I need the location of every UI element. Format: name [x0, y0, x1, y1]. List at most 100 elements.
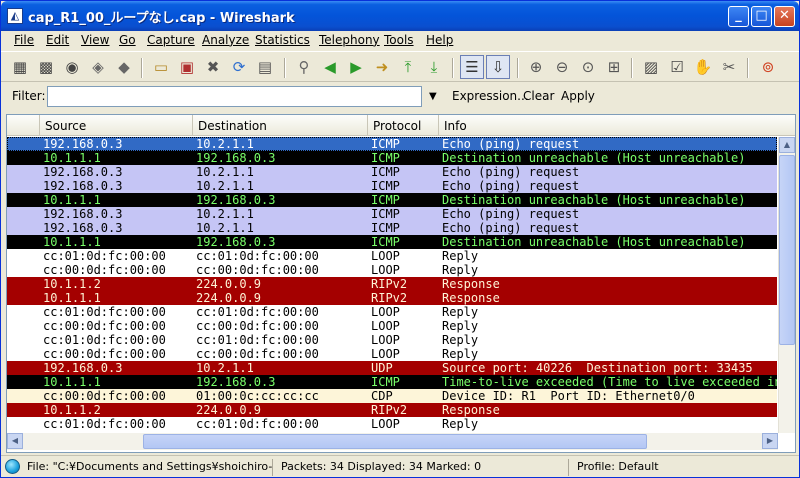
cell-source: cc:00:0d:fc:00:00 — [43, 347, 166, 361]
close-button[interactable]: ✕ — [774, 6, 795, 27]
cell-info: Reply — [442, 347, 479, 361]
go-first-icon[interactable]: ⤒ — [398, 57, 418, 77]
menu-view[interactable]: View — [81, 33, 109, 47]
go-last-icon[interactable]: ⤓ — [424, 57, 444, 77]
cell-destination: cc:00:0d:fc:00:00 — [196, 319, 319, 333]
column-header-info[interactable]: Info — [439, 115, 795, 136]
column-header-source[interactable]: Source — [40, 115, 193, 136]
toolbar-separator — [747, 58, 749, 78]
colorize-icon[interactable]: ☰ — [460, 55, 484, 79]
capture-options-icon[interactable]: ▩ — [36, 57, 56, 77]
table-row[interactable]: 192.168.0.3 10.2.1.1 ICMP Echo (ping) reque… — [7, 137, 777, 151]
restart-capture-icon[interactable]: ◆ — [114, 57, 134, 77]
reload-icon[interactable]: ⟳ — [229, 57, 249, 77]
cell-source: 192.168.0.3 — [43, 137, 123, 151]
table-row[interactable]: cc:00:0d:fc:00:00 cc:00:0d:fc:00:00 LOOP Re… — [7, 319, 777, 333]
cell-destination: 224.0.0.9 — [196, 403, 262, 417]
apply-button[interactable]: Apply — [561, 89, 595, 103]
cell-info: Reply — [442, 333, 479, 347]
menu-go[interactable]: Go — [119, 33, 136, 47]
zoom-out-icon[interactable]: ⊖ — [552, 57, 572, 77]
table-row[interactable]: cc:01:0d:fc:00:00 cc:01:0d:fc:00:00 LOOP Re… — [7, 305, 777, 319]
menu-tools[interactable]: Tools — [384, 33, 414, 47]
display-filter-input[interactable] — [47, 86, 422, 107]
display-filters-icon[interactable]: ☑ — [667, 57, 687, 77]
table-row[interactable]: cc:00:0d:fc:00:00 cc:00:0d:fc:00:00 LOOP Re… — [7, 263, 777, 277]
scroll-up-icon[interactable]: ▲ — [779, 137, 795, 153]
scroll-right-icon[interactable]: ▶ — [762, 433, 778, 449]
table-row[interactable]: 10.1.1.2 224.0.0.9 RIPv2 Response — [7, 403, 777, 417]
resize-columns-icon[interactable]: ⊞ — [604, 57, 624, 77]
table-row[interactable]: 192.168.0.3 10.2.1.1 ICMP Echo (ping) reque… — [7, 221, 777, 235]
cell-protocol: LOOP — [371, 305, 400, 319]
status-profile[interactable]: Profile: Default — [573, 459, 795, 476]
go-forward-icon[interactable]: ▶ — [346, 57, 366, 77]
menu-edit[interactable]: Edit — [46, 33, 69, 47]
maximize-button[interactable]: □ — [751, 6, 772, 27]
cell-source: cc:00:0d:fc:00:00 — [43, 263, 166, 277]
go-to-packet-icon[interactable]: ➜ — [372, 57, 392, 77]
cell-destination: 10.2.1.1 — [196, 165, 254, 179]
column-header-destination[interactable]: Destination — [193, 115, 368, 136]
table-row[interactable]: 10.1.1.2 224.0.0.9 RIPv2 Response — [7, 277, 777, 291]
cell-source: 10.1.1.2 — [43, 277, 101, 291]
preferences-icon[interactable]: ✂ — [719, 57, 739, 77]
table-row[interactable]: cc:00:0d:fc:00:00 cc:00:0d:fc:00:00 LOOP Re… — [7, 347, 777, 361]
expression-button[interactable]: Expression... — [452, 89, 529, 103]
save-file-icon[interactable]: ▣ — [177, 57, 197, 77]
menu-statistics[interactable]: Statistics — [255, 33, 310, 47]
vertical-scrollbar[interactable]: ▲ — [778, 137, 795, 433]
help-icon[interactable]: ⊚ — [758, 57, 778, 77]
cell-source: 10.1.1.1 — [43, 235, 101, 249]
column-header-no[interactable] — [7, 115, 40, 136]
menu-telephony[interactable]: Telephony — [319, 33, 380, 47]
table-row[interactable]: 10.1.1.1 192.168.0.3 ICMP Time-to-live exce… — [7, 375, 777, 389]
minimize-button[interactable]: _ — [728, 6, 749, 27]
find-packet-icon[interactable]: ⚲ — [294, 57, 314, 77]
title-bar[interactable]: ◭ cap_R1_00_ループなし.cap - Wireshark _ □ ✕ — [1, 1, 799, 31]
horizontal-scrollbar[interactable]: ◀ ▶ — [7, 433, 778, 450]
cell-destination: cc:00:0d:fc:00:00 — [196, 263, 319, 277]
table-row[interactable]: cc:01:0d:fc:00:00 cc:01:0d:fc:00:00 LOOP Re… — [7, 249, 777, 263]
capture-filters-icon[interactable]: ▨ — [641, 57, 661, 77]
cell-destination: 224.0.0.9 — [196, 277, 262, 291]
table-row[interactable]: 10.1.1.1 224.0.0.9 RIPv2 Response — [7, 291, 777, 305]
coloring-rules-icon[interactable]: ✋ — [693, 57, 713, 77]
menu-file[interactable]: File — [14, 33, 34, 47]
menu-help[interactable]: Help — [426, 33, 453, 47]
zoom-in-icon[interactable]: ⊕ — [526, 57, 546, 77]
menu-capture[interactable]: Capture — [147, 33, 195, 47]
interface-list-icon[interactable]: ▦ — [10, 57, 30, 77]
close-file-icon[interactable]: ✖ — [203, 57, 223, 77]
chevron-down-icon[interactable]: ▼ — [429, 91, 437, 102]
table-row[interactable]: cc:00:0d:fc:00:00 01:00:0c:cc:cc:cc CDP Dev… — [7, 389, 777, 403]
table-row[interactable]: 192.168.0.3 10.2.1.1 UDP Source port: 40226… — [7, 361, 777, 375]
auto-scroll-icon[interactable]: ⇩ — [486, 55, 510, 79]
table-row[interactable]: 192.168.0.3 10.2.1.1 ICMP Echo (ping) reque… — [7, 179, 777, 193]
table-row[interactable]: 10.1.1.1 192.168.0.3 ICMP Destination unrea… — [7, 151, 777, 165]
column-header-protocol[interactable]: Protocol — [368, 115, 439, 136]
cell-protocol: UDP — [371, 361, 393, 375]
normal-size-icon[interactable]: ⊙ — [578, 57, 598, 77]
table-row[interactable]: 192.168.0.3 10.2.1.1 ICMP Echo (ping) reque… — [7, 207, 777, 221]
scroll-left-icon[interactable]: ◀ — [7, 433, 23, 449]
status-bar: File: "C:¥Documents and Settings¥shoichi… — [1, 455, 799, 477]
table-row[interactable]: cc:01:0d:fc:00:00 cc:01:0d:fc:00:00 LOOP Re… — [7, 417, 777, 431]
table-row[interactable]: 10.1.1.1 192.168.0.3 ICMP Destination unrea… — [7, 235, 777, 249]
print-icon[interactable]: ▤ — [255, 57, 275, 77]
table-row[interactable]: 10.1.1.1 192.168.0.3 ICMP Destination unrea… — [7, 193, 777, 207]
go-back-icon[interactable]: ◀ — [320, 57, 340, 77]
cell-info: Device ID: R1 Port ID: Ethernet0/0 — [442, 389, 695, 403]
start-capture-icon[interactable]: ◉ — [62, 57, 82, 77]
table-row[interactable]: 192.168.0.3 10.2.1.1 ICMP Echo (ping) reque… — [7, 165, 777, 179]
horizontal-scroll-thumb[interactable] — [143, 434, 647, 449]
clear-button[interactable]: Clear — [523, 89, 554, 103]
stop-capture-icon[interactable]: ◈ — [88, 57, 108, 77]
expert-info-icon[interactable] — [5, 459, 20, 474]
cell-protocol: ICMP — [371, 137, 400, 151]
open-file-icon[interactable]: ▭ — [151, 57, 171, 77]
vertical-scroll-thumb[interactable] — [779, 155, 795, 345]
menu-analyze[interactable]: Analyze — [202, 33, 249, 47]
table-row[interactable]: cc:01:0d:fc:00:00 cc:01:0d:fc:00:00 LOOP Re… — [7, 333, 777, 347]
toolbar-separator — [517, 58, 519, 78]
